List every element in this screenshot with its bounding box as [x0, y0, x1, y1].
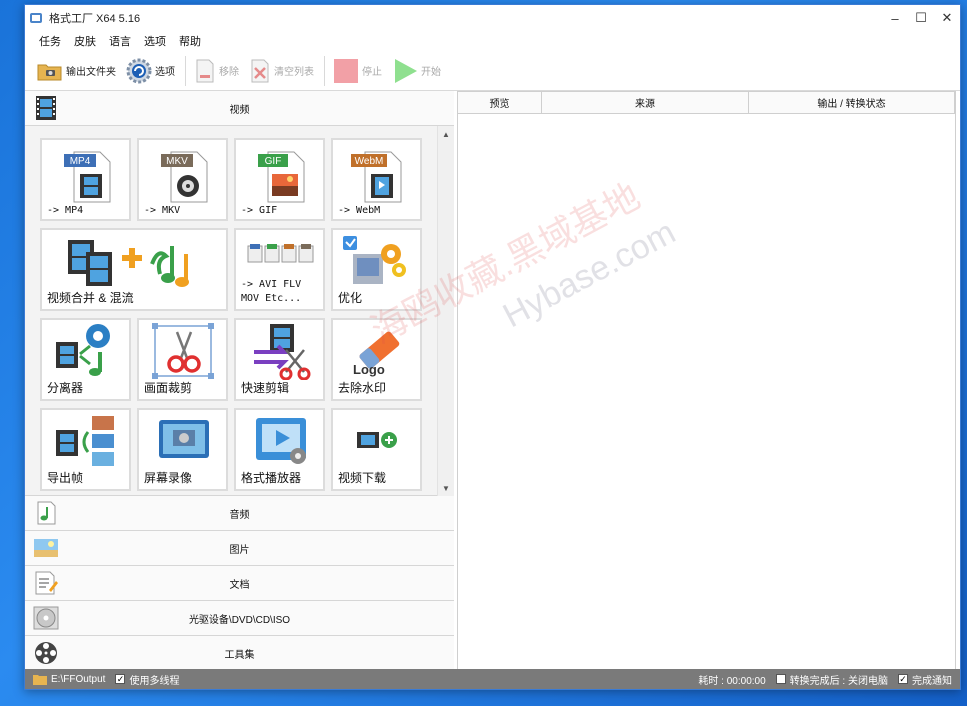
scroll-down-icon[interactable]: ▼	[438, 480, 454, 496]
maximize-button[interactable]: ☐	[908, 5, 934, 31]
toolbar-separator	[324, 55, 325, 86]
tile-to-other-formats[interactable]: -> AVI FLV MOV Etc...	[234, 228, 325, 311]
video-tools-area: MP4 -> MP4 MKV -> MKV GIF -> GIF WebM ->…	[25, 126, 454, 496]
clear-list-button[interactable]: 清空列表	[249, 55, 314, 87]
category-toolbox[interactable]: 工具集	[25, 636, 454, 671]
gif-file-icon: GIF	[258, 151, 305, 203]
scroll-thumb[interactable]	[440, 143, 452, 479]
splitter-icon	[56, 324, 110, 376]
video-download-icon	[357, 432, 397, 448]
toolbar-separator	[185, 55, 186, 86]
play-icon	[395, 58, 417, 83]
category-image[interactable]: 图片	[25, 531, 454, 566]
notify-checkbox[interactable]: ✓	[898, 674, 908, 684]
optimize-icon	[343, 236, 406, 284]
tile-quick-clip[interactable]: 快速剪辑	[234, 318, 325, 401]
merge-icon	[68, 240, 189, 287]
menu-help[interactable]: 帮助	[179, 33, 201, 49]
clear-list-icon	[251, 59, 269, 82]
tile-optimize[interactable]: 优化	[331, 228, 422, 311]
column-source[interactable]: 来源	[542, 92, 749, 113]
multithread-label: 使用多线程	[129, 675, 180, 687]
export-frames-icon	[56, 416, 114, 466]
stop-icon	[334, 58, 358, 83]
screen-record-icon	[159, 420, 209, 458]
menu-options[interactable]: 选项	[144, 33, 166, 49]
task-list[interactable]: 预览 来源 输出 / 转换状态	[457, 91, 956, 671]
window-title: 格式工厂 X64 5.16	[49, 13, 141, 25]
mp4-file-icon: MP4	[64, 151, 111, 203]
document-icon	[35, 571, 58, 595]
menu-language[interactable]: 语言	[109, 33, 131, 49]
notify-label: 完成通知	[912, 675, 952, 687]
tile-to-mkv[interactable]: MKV -> MKV	[137, 138, 228, 221]
remove-icon	[196, 59, 214, 82]
music-note-icon	[37, 501, 56, 525]
tile-badge: MP4	[70, 156, 91, 167]
tile-video-download[interactable]: 视频下载	[331, 408, 422, 491]
stop-button[interactable]: 停止	[333, 55, 382, 87]
category-video[interactable]: 视频	[25, 91, 454, 126]
formats-icon	[247, 244, 314, 263]
status-bar: E:\FFOutput ✓ 使用多线程 耗时 : 00:00:00 转换完成后 …	[25, 669, 960, 689]
tile-badge: GIF	[265, 156, 282, 167]
options-button[interactable]: 选项	[126, 55, 175, 87]
app-window: 格式工厂 X64 5.16 – ☐ ✕ 任务 皮肤 语言 选项 帮助 输出文件夹	[24, 4, 961, 690]
tile-badge: MKV	[166, 156, 188, 167]
film-strip-icon	[36, 96, 56, 120]
gear-icon	[126, 58, 152, 83]
title-bar: 格式工厂 X64 5.16 – ☐ ✕	[25, 5, 960, 31]
category-audio[interactable]: 音频	[25, 496, 454, 531]
folder-icon[interactable]	[33, 673, 47, 685]
picture-icon	[34, 539, 58, 557]
tile-scrollbar[interactable]: ▲ ▼	[437, 126, 454, 496]
tile-badge: WebM	[355, 156, 384, 167]
column-preview[interactable]: 预览	[458, 92, 542, 113]
menu-task[interactable]: 任务	[39, 33, 61, 49]
elapsed-time: 耗时 : 00:00:00	[698, 675, 766, 687]
column-output-status[interactable]: 输出 / 转换状态	[749, 92, 955, 113]
output-folder-button[interactable]: 输出文件夹	[37, 55, 116, 87]
menu-bar: 任务 皮肤 语言 选项 帮助	[25, 31, 960, 51]
tile-player[interactable]: 格式播放器	[234, 408, 325, 491]
tile-screen-record[interactable]: 屏幕录像	[137, 408, 228, 491]
film-reel-icon	[35, 642, 57, 664]
tile-remove-watermark[interactable]: Logo 去除水印	[331, 318, 422, 401]
output-path[interactable]: E:\FFOutput	[51, 674, 105, 685]
webm-file-icon: WebM	[351, 151, 402, 203]
tile-to-webm[interactable]: WebM -> WebM	[331, 138, 422, 221]
toolbar: 输出文件夹 选项 移除 清空列表 停止 开始	[25, 51, 960, 91]
after-complete-label: 转换完成后 : 关闭电脑	[789, 675, 888, 687]
start-button[interactable]: 开始	[392, 55, 441, 87]
tile-to-gif[interactable]: GIF -> GIF	[234, 138, 325, 221]
remove-button[interactable]: 移除	[194, 55, 239, 87]
mkv-file-icon: MKV	[161, 151, 208, 203]
folder-icon	[37, 64, 62, 80]
app-logo-icon	[30, 13, 42, 23]
menu-skin[interactable]: 皮肤	[74, 33, 96, 49]
task-list-header: 预览 来源 输出 / 转换状态	[458, 92, 955, 114]
close-button[interactable]: ✕	[934, 5, 960, 31]
after-complete-checkbox[interactable]	[775, 674, 786, 684]
tile-to-mp4[interactable]: MP4 -> MP4	[40, 138, 131, 221]
category-document[interactable]: 文档	[25, 566, 454, 601]
player-icon	[256, 418, 306, 464]
tile-splitter[interactable]: 分离器	[40, 318, 131, 401]
tile-video-merge[interactable]: 视频合并 & 混流	[40, 228, 228, 311]
category-optical-disc[interactable]: 光驱设备\DVD\CD\ISO	[25, 601, 454, 636]
quick-clip-icon	[254, 324, 311, 380]
tile-crop[interactable]: 画面裁剪	[137, 318, 228, 401]
minimize-button[interactable]: –	[882, 5, 908, 31]
scroll-up-icon[interactable]: ▲	[438, 126, 454, 142]
multithread-checkbox[interactable]: ✓	[115, 674, 126, 684]
crop-scissors-icon	[152, 323, 214, 379]
logo-text: Logo	[353, 362, 385, 377]
category-panel: 视频 MP4 -> MP4 MKV -> MKV GIF -> GIF WebM…	[25, 91, 454, 671]
tile-export-frames[interactable]: 导出帧	[40, 408, 131, 491]
disc-icon	[33, 606, 59, 630]
eraser-icon: Logo	[353, 331, 400, 377]
